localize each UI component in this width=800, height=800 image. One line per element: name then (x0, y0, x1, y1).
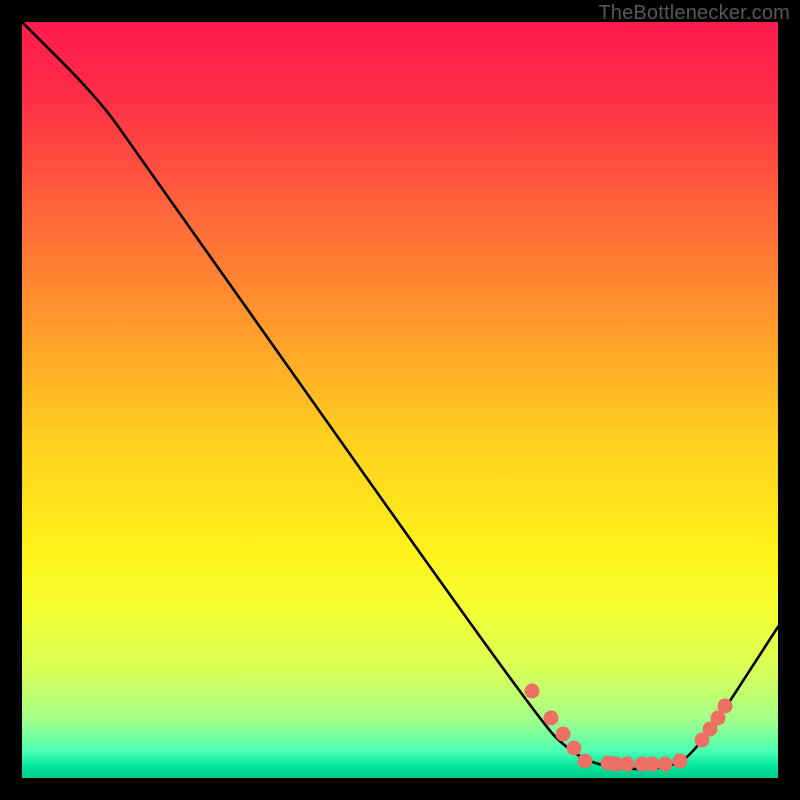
gradient-background (22, 22, 778, 778)
plot-area (22, 22, 778, 778)
chart-root: TheBottlenecker.com (0, 0, 800, 800)
